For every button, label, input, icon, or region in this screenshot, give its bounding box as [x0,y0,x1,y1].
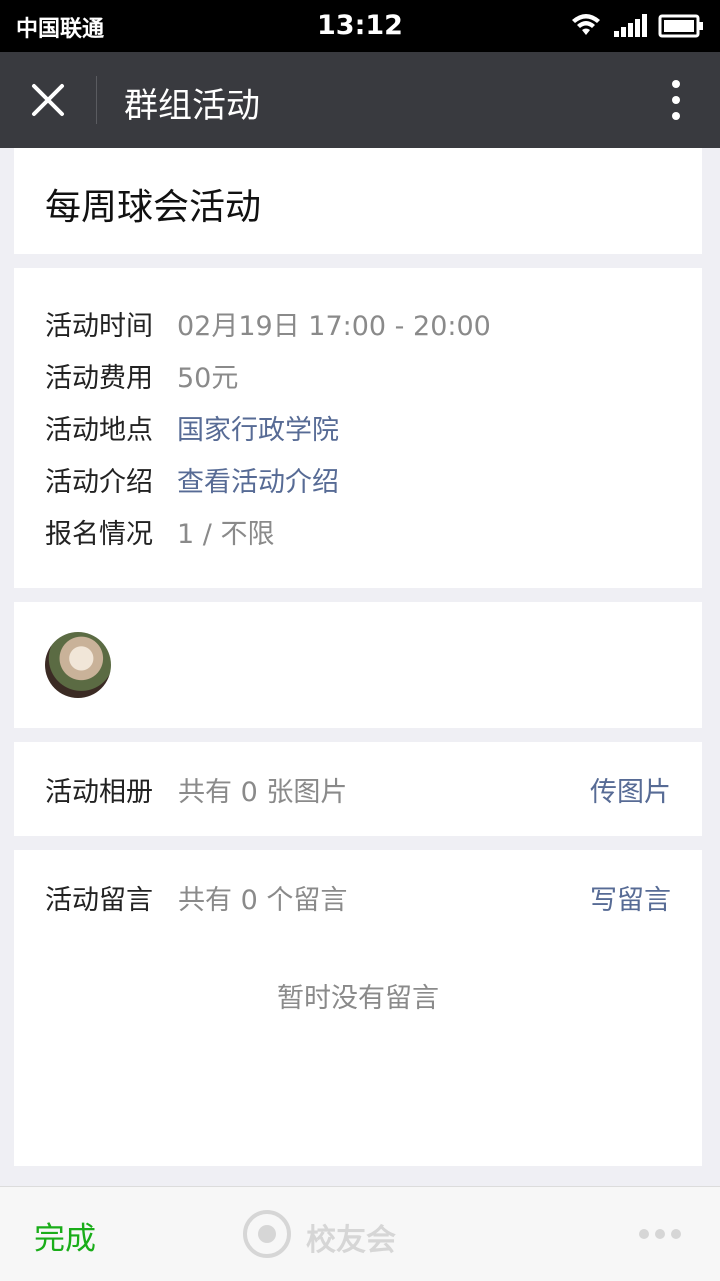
watermark: 校友会 [240,1209,460,1259]
album-card: 活动相册 共有 0 张图片 传图片 [14,742,702,836]
more-vertical-icon[interactable] [660,78,692,122]
info-row-fee: 活动费用 50元 [45,356,238,396]
info-row-intro: 活动介绍 查看活动介绍 [45,460,339,500]
album-count: 共有 0 张图片 [178,777,348,808]
participants-card [14,602,702,728]
album-label: 活动相册 [45,777,153,808]
info-label: 活动时间 [45,311,153,342]
write-comment-button[interactable]: 写留言 [590,878,671,917]
info-row-signup: 报名情况 1 / 不限 [45,512,274,552]
comments-count: 共有 0 个留言 [178,885,348,916]
info-value-signup: 1 / 不限 [177,519,275,550]
event-title-card: 每周球会活动 [14,148,702,254]
info-label: 活动费用 [45,363,153,394]
event-title: 每周球会活动 [45,187,262,228]
info-row-time: 活动时间 02月19日 17:00 - 20:00 [45,304,491,344]
location-link[interactable]: 国家行政学院 [177,415,339,446]
watermark-text: 校友会 [306,1223,396,1258]
event-info-card: 活动时间 02月19日 17:00 - 20:00 活动费用 50元 活动地点 国家行… [14,268,702,588]
view-intro-link[interactable]: 查看活动介绍 [177,467,339,498]
comments-label: 活动留言 [45,885,153,916]
done-button[interactable]: 完成 [34,1213,96,1258]
info-value-time: 02月19日 17:00 - 20:00 [177,311,491,342]
info-label: 活动地点 [45,415,153,446]
close-icon[interactable] [22,74,74,126]
wifi-icon [572,14,600,35]
page-title: 群组活动 [124,86,260,126]
info-label: 报名情况 [45,519,153,550]
info-value-fee: 50元 [177,363,239,394]
info-label: 活动介绍 [45,467,153,498]
upload-photo-button[interactable]: 传图片 [590,770,671,809]
navigation-bar: 群组活动 [0,52,720,148]
battery-icon [658,14,703,38]
nav-divider [96,76,97,124]
info-row-location: 活动地点 国家行政学院 [45,408,339,448]
status-bar: 中国联通 13:12 [0,0,720,52]
empty-comments-text: 暂时没有留言 [277,983,439,1014]
watermark-dots-icon [639,1229,681,1239]
status-icons [572,14,703,38]
comments-card: 活动留言 共有 0 个留言 写留言 暂时没有留言 [14,850,702,1166]
bottom-bar: 完成 校友会 [0,1186,720,1281]
avatar[interactable] [45,632,111,698]
watermark-logo-icon [243,1210,291,1258]
signal-icon [614,14,647,37]
